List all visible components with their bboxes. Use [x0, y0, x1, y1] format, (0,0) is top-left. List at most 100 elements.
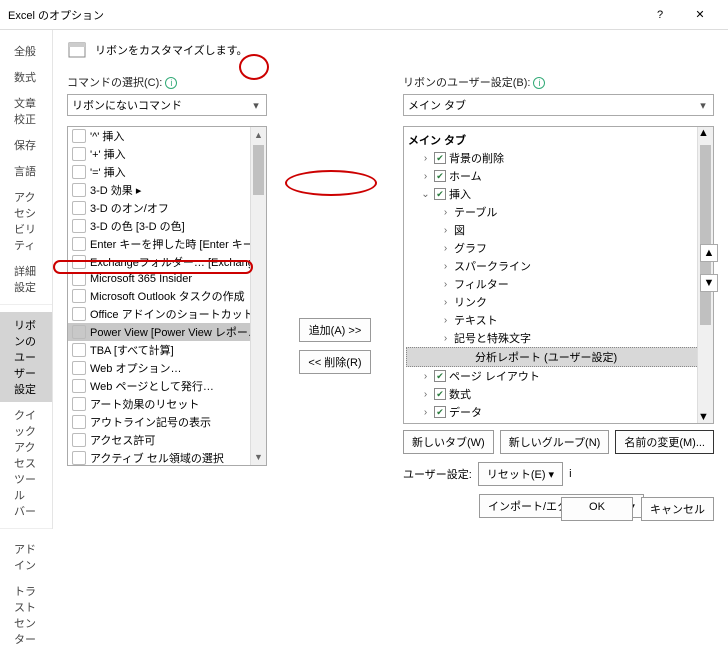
scroll-thumb[interactable] — [700, 145, 711, 325]
command-label: 3-D のオン/オフ — [90, 200, 169, 216]
tree-node[interactable]: ›ホーム — [406, 167, 711, 185]
expand-icon[interactable]: › — [420, 371, 431, 382]
tree-node[interactable]: ›数式 — [406, 385, 711, 403]
tree-node[interactable]: ›リンク — [406, 293, 711, 311]
command-item[interactable]: '=' 挿入 — [68, 163, 266, 181]
commands-listbox[interactable]: '^' 挿入'+' 挿入'=' 挿入3-D 効果 ▸3-D のオン/オフ3-D … — [67, 126, 267, 466]
move-up-button[interactable]: ▲ — [700, 244, 718, 262]
command-item[interactable]: 3-D 効果 ▸ — [68, 181, 266, 199]
command-item[interactable]: Enter キーを押した時 [Enter キーを… — [68, 235, 266, 253]
expand-icon[interactable]: › — [440, 261, 451, 272]
move-down-button[interactable]: ▼ — [700, 274, 718, 292]
tree-node[interactable]: ›テーブル — [406, 203, 711, 221]
command-item[interactable]: アクセス許可 — [68, 431, 266, 449]
new-tab-button[interactable]: 新しいタブ(W) — [403, 430, 494, 454]
expand-icon[interactable]: › — [420, 389, 431, 400]
tree-node[interactable]: ›フィルター — [406, 275, 711, 293]
expand-icon[interactable]: › — [440, 297, 451, 308]
tree-node[interactable]: ›校閲 — [406, 421, 711, 424]
tree-node[interactable]: ›テキスト — [406, 311, 711, 329]
command-item[interactable]: アウトライン記号の表示 — [68, 413, 266, 431]
cat-formulas[interactable]: 数式 — [0, 64, 52, 90]
cat-qat[interactable]: クイック アクセス ツール バー — [0, 402, 52, 524]
cat-advanced[interactable]: 詳細設定 — [0, 258, 52, 300]
info-icon[interactable]: i — [569, 468, 571, 480]
cat-language[interactable]: 言語 — [0, 158, 52, 184]
command-item[interactable]: アクティブ セル領域の選択 — [68, 449, 266, 466]
tree-node[interactable]: ›グラフ — [406, 239, 711, 257]
reset-button[interactable]: リセット(E) ▾ — [478, 462, 563, 486]
chevron-down-icon: ▾ — [248, 99, 264, 112]
tree-node[interactable]: ›記号と特殊文字 — [406, 329, 711, 347]
remove-button[interactable]: << 削除(R) — [299, 350, 371, 374]
tree-node[interactable]: ⌄挿入 — [406, 185, 711, 203]
cat-accessibility[interactable]: アクセシビリティ — [0, 184, 52, 258]
rename-button[interactable]: 名前の変更(M)... — [615, 430, 714, 454]
cat-save[interactable]: 保存 — [0, 132, 52, 158]
expand-icon[interactable]: › — [440, 279, 451, 290]
info-icon[interactable]: i — [533, 77, 545, 89]
expand-icon[interactable]: ⌄ — [420, 189, 431, 200]
command-item[interactable]: Web ページとして発行… — [68, 377, 266, 395]
main-area: 全般 数式 文章校正 保存 言語 アクセシビリティ 詳細設定 リボンのユーザー設… — [0, 30, 728, 529]
command-item[interactable]: Exchangeフォルダー… [Exchange… — [68, 253, 266, 271]
command-icon — [72, 272, 86, 286]
checkbox[interactable] — [434, 152, 446, 164]
expand-icon[interactable]: › — [420, 407, 431, 418]
tree-node[interactable]: ›図 — [406, 221, 711, 239]
cat-proofing[interactable]: 文章校正 — [0, 90, 52, 132]
expand-icon[interactable]: › — [420, 153, 431, 164]
scroll-up[interactable]: ▲ — [698, 127, 713, 139]
command-item[interactable]: Microsoft Outlook タスクの作成 — [68, 287, 266, 305]
expand-icon[interactable]: › — [420, 171, 431, 182]
checkbox[interactable] — [434, 170, 446, 182]
left-column: コマンドの選択(C):i リボンにないコマンド ▾ '^' 挿入'+' 挿入'=… — [67, 74, 267, 518]
info-icon[interactable]: i — [165, 77, 177, 89]
command-icon — [72, 183, 86, 197]
command-item[interactable]: アート効果のリセット — [68, 395, 266, 413]
scroll-thumb[interactable] — [253, 145, 264, 195]
command-item[interactable]: 3-D のオン/オフ — [68, 199, 266, 217]
cat-general[interactable]: 全般 — [0, 38, 52, 64]
command-item[interactable]: TBA [すべて計算] — [68, 341, 266, 359]
scroll-down[interactable]: ▼ — [698, 411, 713, 423]
expand-icon[interactable]: › — [440, 243, 451, 254]
node-label: フィルター — [454, 276, 509, 292]
tree-node[interactable]: ›スパークライン — [406, 257, 711, 275]
scroll-down[interactable]: ▼ — [251, 449, 266, 465]
checkbox[interactable] — [434, 406, 446, 418]
command-item[interactable]: Power View [Power View レポー… — [68, 323, 266, 341]
scroll-up[interactable]: ▲ — [251, 127, 266, 143]
cat-trust[interactable]: トラスト センター — [0, 578, 52, 652]
command-item[interactable]: '+' 挿入 — [68, 145, 266, 163]
add-button[interactable]: 追加(A) >> — [299, 318, 371, 342]
scrollbar[interactable]: ▲ ▼ — [250, 127, 266, 465]
expand-icon[interactable]: › — [440, 207, 451, 218]
checkbox[interactable] — [434, 188, 446, 200]
close-button[interactable]: ✕ — [680, 4, 720, 26]
ok-button[interactable]: OK — [561, 497, 633, 521]
ribbon-tree[interactable]: メイン タブ ›背景の削除›ホーム⌄挿入›テーブル›図›グラフ›スパークライン›… — [403, 126, 714, 424]
tree-node[interactable]: 分析レポート (ユーザー設定) — [406, 347, 711, 367]
choose-commands-combo[interactable]: リボンにないコマンド ▾ — [67, 94, 267, 116]
expand-icon[interactable]: › — [440, 315, 451, 326]
tree-node[interactable]: ›ページ レイアウト — [406, 367, 711, 385]
expand-icon[interactable]: › — [440, 333, 451, 344]
cat-customize-ribbon[interactable]: リボンのユーザー設定 — [0, 312, 52, 402]
help-button[interactable]: ? — [640, 4, 680, 26]
command-item[interactable]: Microsoft 365 Insider — [68, 271, 266, 287]
checkbox[interactable] — [434, 388, 446, 400]
command-item[interactable]: Web オプション… — [68, 359, 266, 377]
checkbox[interactable] — [434, 370, 446, 382]
command-item[interactable]: 3-D の色 [3-D の色] — [68, 217, 266, 235]
tree-node[interactable]: ›背景の削除 — [406, 149, 711, 167]
command-label: アクティブ セル領域の選択 — [90, 450, 224, 466]
new-group-button[interactable]: 新しいグループ(N) — [500, 430, 610, 454]
expand-icon[interactable]: › — [440, 225, 451, 236]
tree-node[interactable]: ›データ — [406, 403, 711, 421]
command-item[interactable]: Office アドインのショートカットの環境… — [68, 305, 266, 323]
cat-addins[interactable]: アドイン — [0, 536, 52, 578]
cancel-button[interactable]: キャンセル — [641, 497, 714, 521]
customize-ribbon-combo[interactable]: メイン タブ ▾ — [403, 94, 714, 116]
command-item[interactable]: '^' 挿入 — [68, 127, 266, 145]
